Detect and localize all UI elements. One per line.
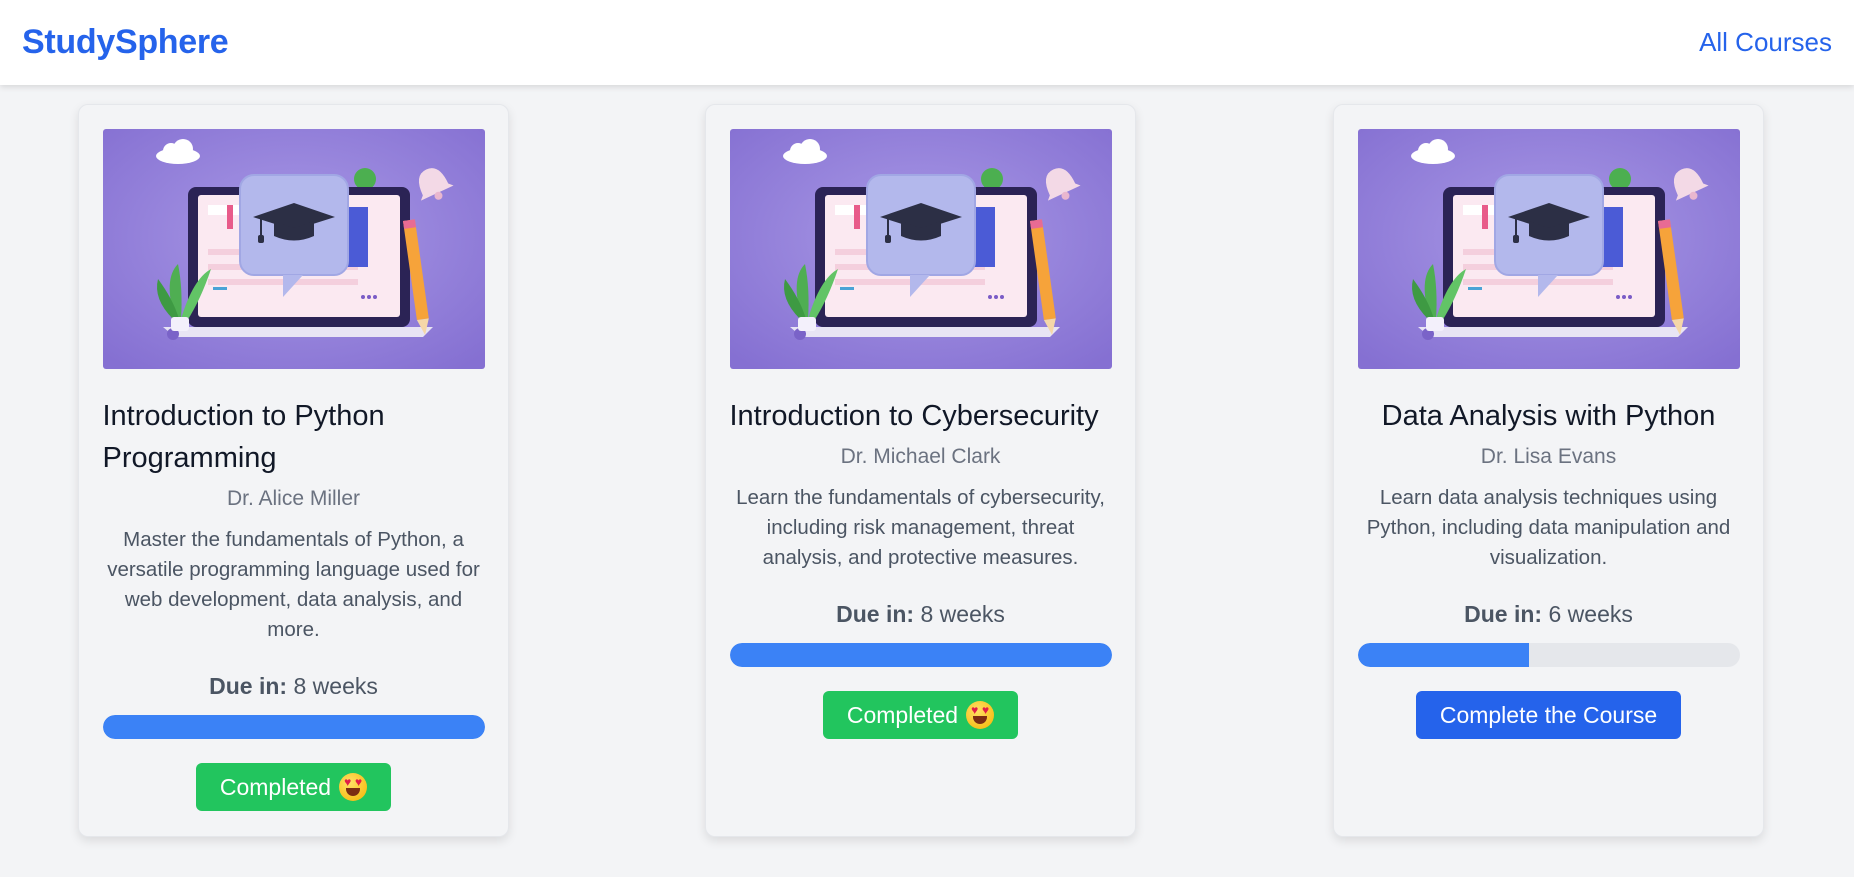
course-instructor: Dr. Lisa Evans [1480, 445, 1617, 468]
course-description: Master the fundamentals of Python, a ver… [107, 528, 480, 641]
due-label: Due in: [1464, 601, 1543, 627]
all-courses-link[interactable]: All Courses [1699, 27, 1832, 58]
completed-button[interactable]: Completed [822, 691, 1019, 739]
course-illustration [1358, 129, 1740, 369]
progress-fill [1357, 643, 1530, 667]
course-instructor: Dr. Michael Clark [840, 445, 1001, 468]
course-illustration [730, 129, 1112, 369]
course-card: Introduction to Cybersecurity Dr. Michae… [705, 104, 1136, 837]
completed-label: Completed [846, 701, 959, 728]
due-info: Due in: 8 weeks [836, 599, 1005, 629]
due-value: 8 weeks [920, 601, 1005, 627]
due-value: 6 weeks [1548, 601, 1633, 627]
due-label: Due in: [836, 601, 915, 627]
course-instructor: Dr. Alice Miller [226, 487, 361, 510]
course-title: Introduction to Cybersecurity [729, 400, 1099, 432]
heart-eyes-emoji-icon [339, 773, 368, 801]
course-card: Introduction to Python Programming Dr. A… [78, 104, 509, 837]
due-info: Due in: 6 weeks [1464, 599, 1633, 629]
course-description: Learn data analysis techniques using Pyt… [1366, 486, 1731, 569]
due-label: Due in: [209, 673, 288, 699]
course-description: Learn the fundamentals of cybersecurity,… [736, 486, 1105, 569]
course-card: Data Analysis with Python Dr. Lisa Evans… [1333, 104, 1764, 837]
brand-logo[interactable]: StudySphere [22, 23, 229, 62]
completed-button[interactable]: Completed [195, 763, 392, 811]
due-info: Due in: 8 weeks [209, 671, 378, 701]
progress-bar [729, 643, 1112, 667]
progress-fill [102, 715, 485, 739]
course-title: Introduction to Python Programming [102, 400, 385, 474]
top-navbar: StudySphere All Courses [0, 0, 1854, 85]
progress-bar [1357, 643, 1740, 667]
course-title: Data Analysis with Python [1381, 400, 1716, 432]
progress-fill [729, 643, 1112, 667]
progress-bar [102, 715, 485, 739]
due-value: 8 weeks [293, 673, 378, 699]
course-illustration [103, 129, 485, 369]
complete-course-button[interactable]: Complete the Course [1415, 691, 1682, 739]
completed-label: Completed [219, 773, 332, 800]
heart-eyes-emoji-icon [966, 701, 995, 729]
